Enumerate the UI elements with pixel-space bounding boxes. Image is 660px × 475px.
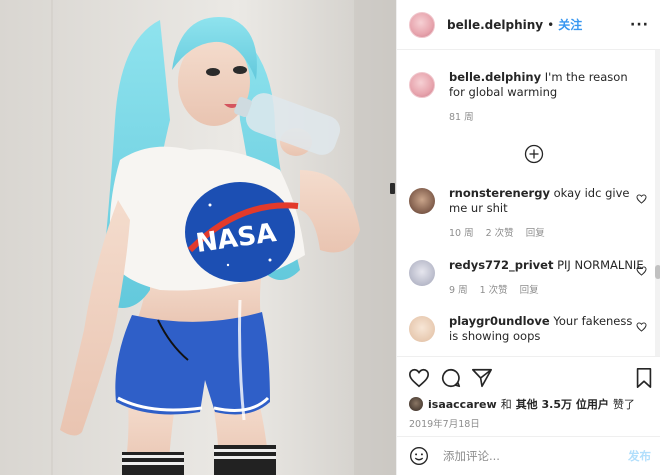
post-date[interactable]: 2019年7月18日 (409, 416, 480, 430)
comment-item: redys772_privet PIJ NORMALNIE 9 周 1 次赞 回… (409, 258, 649, 298)
liker-username[interactable]: isaaccarew (428, 398, 497, 411)
author-username[interactable]: belle.delphiny (447, 18, 543, 32)
post-image: NASA (0, 0, 396, 475)
more-dots-icon[interactable]: ··· (630, 17, 649, 33)
comment-item: rnonsterenergy okay idc give me ur shit … (409, 186, 649, 241)
comments-list: belle.delphiny I'm the reason for global… (397, 50, 653, 356)
comment-time[interactable]: 10 周 (449, 226, 474, 241)
comment-time[interactable]: 9 周 (449, 283, 468, 298)
comment-likes[interactable]: 2 次赞 (486, 226, 514, 241)
comment-heart-icon[interactable] (636, 194, 647, 204)
comment-avatar[interactable] (409, 260, 435, 286)
add-comment-bar: 发布 (397, 436, 660, 475)
paper-plane-icon[interactable] (471, 367, 493, 389)
liker-avatar[interactable] (409, 397, 423, 411)
comment-text: PIJ NORMALNIE (557, 258, 644, 272)
comment-body: rnonsterenergy okay idc give me ur shit … (449, 186, 645, 241)
caption: belle.delphiny I'm the reason for global… (409, 70, 649, 125)
smiley-icon[interactable] (409, 446, 429, 466)
likes-others[interactable]: 其他 3.5万 位用户 (516, 396, 609, 412)
comment-username[interactable]: playgr0undlove (449, 314, 550, 328)
comment-bubble-icon[interactable] (440, 367, 462, 389)
comment-input[interactable] (443, 449, 613, 463)
comment-avatar[interactable] (409, 188, 435, 214)
comment-reply-button[interactable]: 回复 (526, 226, 545, 241)
post-header: belle.delphiny • 关注 ··· (397, 0, 660, 50)
post-actions: isaaccarew 和 其他 3.5万 位用户 赞了 2019年7月18日 (397, 356, 660, 436)
heart-icon[interactable] (408, 367, 430, 389)
comment-item: playgr0undlove Your fakeness is showing … (409, 314, 649, 344)
comment-meta: 10 周 2 次赞 回复 (449, 226, 645, 241)
header-separator: • (547, 17, 555, 32)
caption-time[interactable]: 81 周 (449, 110, 474, 125)
comment-body: playgr0undlove Your fakeness is showing … (449, 314, 645, 344)
comment-avatar[interactable] (409, 316, 435, 342)
caption-username[interactable]: belle.delphiny (449, 70, 541, 84)
photo-scroll-handle[interactable] (390, 183, 395, 194)
likes-and: 和 (500, 398, 512, 411)
comment-meta: 9 周 1 次赞 回复 (449, 283, 645, 298)
comment-username[interactable]: rnonsterenergy (449, 186, 550, 200)
plus-circle-icon[interactable] (524, 144, 544, 164)
comment-likes[interactable]: 1 次赞 (480, 283, 508, 298)
post-comment-button[interactable]: 发布 (628, 448, 651, 464)
post-photo[interactable]: NASA (0, 0, 396, 475)
comment-reply-button[interactable]: 回复 (520, 283, 539, 298)
caption-body: belle.delphiny I'm the reason for global… (449, 70, 645, 125)
likes-summary: isaaccarew 和 其他 3.5万 位用户 赞了 (409, 396, 635, 412)
comment-heart-icon[interactable] (636, 266, 647, 276)
author-avatar[interactable] (409, 11, 435, 38)
comments-scroll-thumb[interactable] (655, 265, 660, 279)
comment-body: redys772_privet PIJ NORMALNIE 9 周 1 次赞 回… (449, 258, 645, 298)
follow-button[interactable]: 关注 (558, 16, 582, 33)
likes-suffix: 赞了 (612, 398, 635, 411)
comments-scrollbar[interactable] (655, 50, 660, 356)
caption-meta: 81 周 (449, 110, 645, 125)
comment-heart-icon[interactable] (636, 322, 647, 332)
caption-avatar[interactable] (409, 72, 435, 98)
bookmark-icon[interactable] (633, 367, 655, 389)
post-side-panel: belle.delphiny • 关注 ··· belle.delphiny I… (396, 0, 660, 475)
comment-username[interactable]: redys772_privet (449, 258, 553, 272)
